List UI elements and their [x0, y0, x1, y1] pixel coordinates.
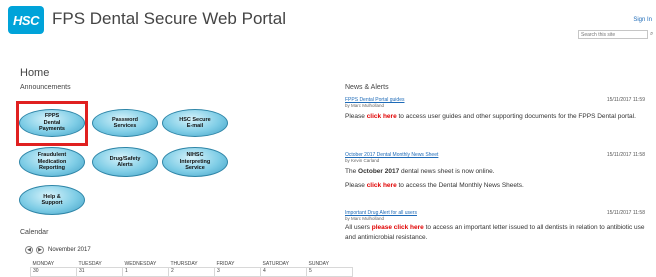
- news-bold-text: October 2017: [358, 168, 400, 175]
- previous-month-icon[interactable]: ◀: [25, 246, 33, 254]
- help-support-button[interactable]: Help & Support: [19, 185, 85, 215]
- news-text: The: [345, 168, 359, 175]
- button-label: Help & Support: [41, 193, 63, 207]
- news-text: Please: [345, 113, 367, 120]
- click-here-link[interactable]: click here: [367, 113, 397, 120]
- news-body: All users please click here to access an…: [345, 223, 645, 243]
- fraudulent-medication-reporting-button[interactable]: Fraudulent Medication Reporting: [19, 147, 85, 177]
- calendar-heading: Calendar: [20, 229, 49, 236]
- click-here-link[interactable]: click here: [367, 182, 397, 189]
- calendar-day[interactable]: 5: [306, 267, 353, 277]
- news-item: Important Drug Alert for all users by Ma…: [345, 210, 645, 243]
- calendar-day[interactable]: 3: [214, 267, 261, 277]
- news-alerts-heading: News & Alerts: [345, 84, 389, 91]
- news-body: Please click here to access user guides …: [345, 112, 645, 122]
- news-date: 15/11/2017 11:59: [606, 97, 645, 103]
- search-icon[interactable]: ⌕: [650, 31, 653, 38]
- news-author: by Kevin Carland: [345, 158, 380, 163]
- announcements-heading: Announcements: [20, 84, 71, 91]
- hsc-logo[interactable]: HSC: [8, 6, 44, 34]
- news-item: October 2017 Dental Monthly News Sheet b…: [345, 152, 645, 191]
- button-label: Drug/Safety Alerts: [109, 155, 141, 169]
- calendar-month: November 2017: [48, 247, 91, 253]
- button-label: Password Services: [112, 116, 138, 130]
- news-date: 15/11/2017 11:58: [606, 152, 645, 158]
- calendar-day-headers: MONDAY TUESDAY WEDNESDAY THURSDAY FRIDAY…: [31, 260, 353, 268]
- news-text: to access user guides and other supporti…: [396, 113, 636, 120]
- news-text: dental news sheet is now online.: [399, 168, 495, 175]
- news-body: Please click here to access the Dental M…: [345, 181, 645, 191]
- calendar-day[interactable]: 31: [76, 267, 123, 277]
- day-header: MONDAY: [32, 260, 55, 267]
- site-title[interactable]: FPS Dental Secure Web Portal: [52, 9, 286, 29]
- day-header: FRIDAY: [216, 260, 235, 267]
- news-text: to access the Dental Monthly News Sheets…: [396, 182, 524, 189]
- nihsc-interpreting-service-button[interactable]: NIHSC Interpreting Service: [162, 147, 228, 177]
- news-text: All users: [345, 224, 372, 231]
- news-item: FPPS Dental Portal guides by Marc Mulhol…: [345, 97, 645, 122]
- button-label: NIHSC Interpreting Service: [179, 152, 211, 172]
- day-header: THURSDAY: [170, 260, 198, 267]
- news-body: The October 2017 dental news sheet is no…: [345, 167, 645, 177]
- next-month-icon[interactable]: ▶: [36, 246, 44, 254]
- hsc-secure-email-button[interactable]: HSC Secure E-mail: [162, 109, 228, 137]
- highlight-box: [16, 101, 88, 146]
- news-text: Please: [345, 182, 367, 189]
- password-services-button[interactable]: Password Services: [92, 109, 158, 137]
- calendar-table: MONDAY TUESDAY WEDNESDAY THURSDAY FRIDAY…: [30, 260, 353, 277]
- news-author: by Marc Mulholland: [345, 216, 385, 221]
- search-input[interactable]: Search this site: [578, 30, 648, 39]
- day-header: WEDNESDAY: [124, 260, 157, 267]
- page-title: Home: [20, 67, 50, 79]
- news-author: by Marc Mulholland: [345, 103, 385, 108]
- calendar-day[interactable]: 4: [260, 267, 307, 277]
- news-date: 15/11/2017 11:58: [606, 210, 645, 216]
- calendar-day[interactable]: 30: [30, 267, 77, 277]
- calendar-day[interactable]: 1: [122, 267, 169, 277]
- calendar-day[interactable]: 2: [168, 267, 215, 277]
- day-header: TUESDAY: [78, 260, 102, 267]
- sign-in-link[interactable]: Sign In: [633, 17, 652, 23]
- button-label: HSC Secure E-mail: [179, 116, 211, 130]
- click-here-link[interactable]: please click here: [372, 224, 424, 231]
- day-header: SUNDAY: [308, 260, 329, 267]
- calendar-week-row: 30 31 1 2 3 4 5: [30, 267, 353, 277]
- drug-safety-alerts-button[interactable]: Drug/Safety Alerts: [92, 147, 158, 177]
- button-label: Fraudulent Medication Reporting: [37, 152, 67, 172]
- day-header: SATURDAY: [262, 260, 289, 267]
